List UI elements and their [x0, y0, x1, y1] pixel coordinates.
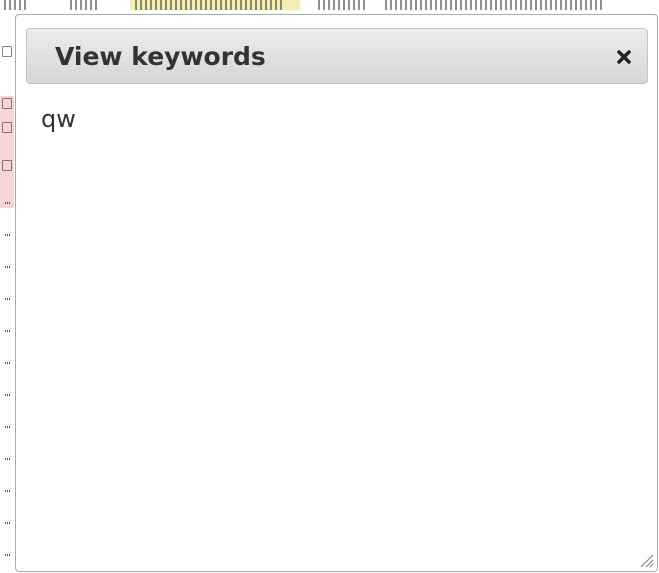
view-keywords-dialog: View keywords qw: [15, 14, 658, 572]
keywords-content: qw: [41, 105, 76, 133]
background-page-top-strip: [0, 0, 659, 14]
resize-grip-icon[interactable]: [638, 552, 654, 568]
dialog-titlebar[interactable]: View keywords: [26, 28, 648, 84]
background-page-left-strip: [0, 14, 14, 573]
close-icon: [617, 50, 631, 64]
close-button[interactable]: [611, 44, 637, 70]
dialog-title: View keywords: [55, 42, 266, 71]
